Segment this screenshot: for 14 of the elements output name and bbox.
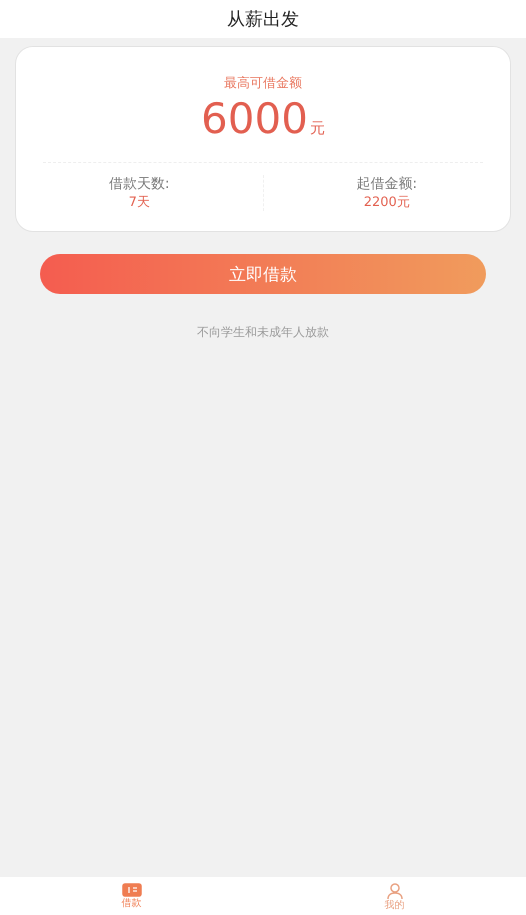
user-icon: [386, 882, 404, 900]
apply-button[interactable]: 立即借款: [40, 254, 486, 294]
notice-text: 不向学生和未成年人放款: [197, 324, 329, 341]
detail-label: 借款天数:: [108, 175, 170, 193]
nav-tab[interactable]: 借款: [0, 877, 263, 915]
detail-value: 7天: [128, 194, 150, 211]
page-title: 从薪出发: [227, 8, 299, 31]
detail-value: 2200元: [364, 194, 410, 211]
detail-label: 起借金额:: [356, 175, 418, 193]
nav-tab[interactable]: 我的: [263, 877, 526, 915]
amount-unit: 元: [310, 119, 325, 138]
ticket-icon: [122, 882, 142, 898]
max-amount-label: 最高可借金额: [224, 75, 302, 92]
max-amount: 6000: [201, 94, 308, 144]
